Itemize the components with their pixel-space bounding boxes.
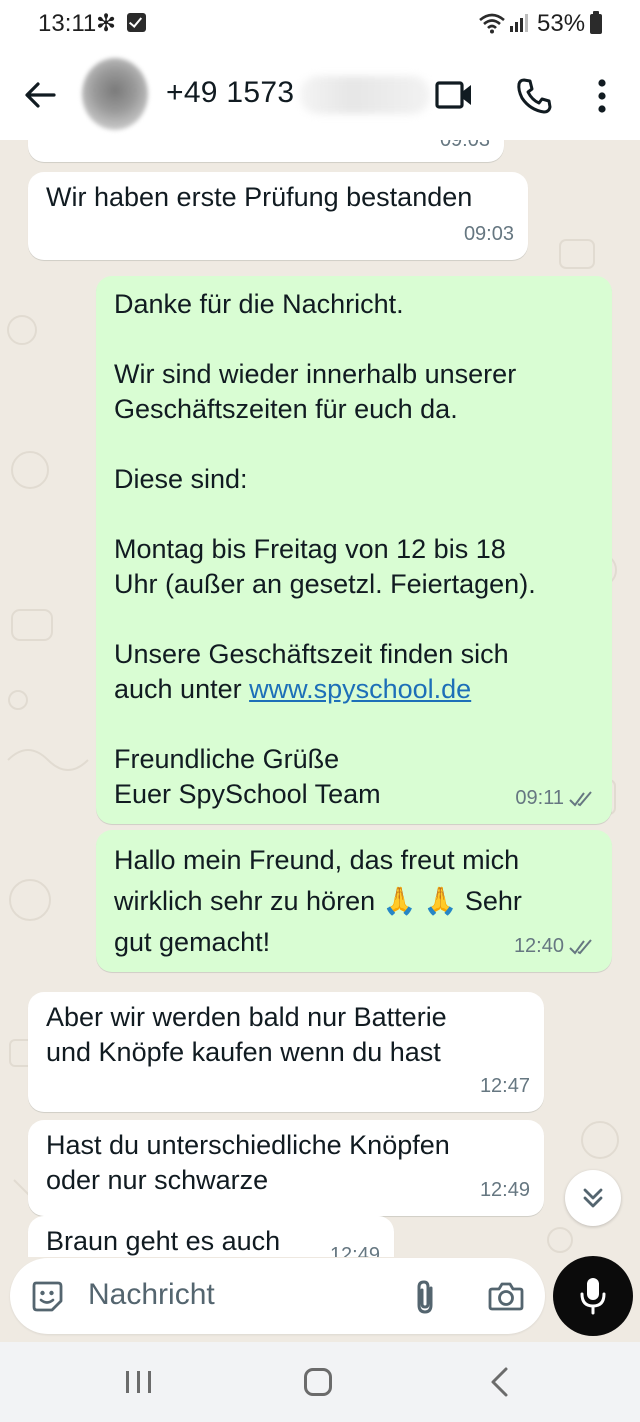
message-bubble-incoming[interactable]: Hast du unterschiedliche Knöpfen oder nu…: [28, 1120, 544, 1216]
message-time: 12:47: [479, 1075, 530, 1097]
signal-icon: [510, 14, 528, 32]
message-text: Braun geht es auch: [46, 1226, 281, 1256]
status-bar: 13:11 ✻ 53%: [0, 0, 640, 50]
emoji-icon[interactable]: [30, 1279, 64, 1313]
message-line: Hallo mein Freund, das freut mich: [114, 845, 520, 875]
chat-area[interactable]: 09:03 Wir haben erste Prüfung bestanden …: [0, 140, 640, 1257]
message-text-part: Freundliche Grüße Euer SpySchool Team: [114, 744, 381, 809]
message-bubble-incoming[interactable]: Wir haben erste Prüfung bestanden 09:03: [28, 172, 528, 260]
camera-icon[interactable]: [488, 1280, 524, 1312]
phone-icon[interactable]: [514, 76, 554, 116]
message-bubble-incoming[interactable]: Braun geht es auch 12:49: [28, 1216, 394, 1257]
mic-icon: [580, 1278, 606, 1315]
message-time: 09:11: [515, 787, 564, 809]
checkbox-notification-icon: [127, 13, 146, 32]
status-time: 13:11: [38, 10, 97, 37]
message-text: Aber wir werden bald nur Batterie und Kn…: [46, 1002, 447, 1067]
message-time: 09:03: [439, 140, 490, 151]
home-icon[interactable]: [304, 1368, 332, 1396]
nav-back-icon[interactable]: [488, 1366, 510, 1398]
contact-name[interactable]: +49 1573: [166, 76, 294, 110]
message-time: 12:49: [479, 1179, 530, 1201]
message-line: gut gemacht!: [114, 927, 271, 957]
double-check-icon: [569, 938, 592, 955]
message-bubble-incoming[interactable]: 09:03: [28, 140, 504, 162]
system-nav-bar: [0, 1342, 640, 1422]
message-composer: Nachricht: [10, 1258, 545, 1334]
double-check-icon: [569, 790, 592, 807]
message-text: Wir haben erste Prüfung bestanden: [46, 182, 473, 212]
message-time: 09:03: [463, 223, 514, 245]
chat-header: +49 1573: [0, 50, 640, 140]
settings-notification-icon: ✻: [96, 10, 117, 37]
message-bubble-incoming[interactable]: Aber wir werden bald nur Batterie und Kn…: [28, 992, 544, 1112]
redacted-number: [300, 76, 430, 114]
website-link[interactable]: www.spyschool.de: [249, 674, 471, 704]
message-line: wirklich sehr zu hören: [114, 886, 376, 916]
message-text-part: Danke für die Nachricht. Wir sind wieder…: [114, 289, 536, 704]
recent-apps-icon[interactable]: [123, 1370, 155, 1394]
back-arrow-icon[interactable]: [20, 75, 60, 115]
voice-record-button[interactable]: [553, 1256, 633, 1336]
battery-icon: [590, 11, 602, 34]
message-time: 12:49: [329, 1244, 380, 1257]
message-input[interactable]: Nachricht: [88, 1278, 215, 1312]
attach-icon[interactable]: [410, 1278, 440, 1316]
wifi-icon: [479, 13, 505, 34]
praying-hands-emoji: 🙏 🙏: [382, 886, 458, 916]
scroll-down-icon: [583, 1188, 603, 1208]
message-text: Hast du unterschiedliche Knöpfen oder nu…: [46, 1130, 450, 1195]
battery-percent: 53%: [537, 10, 586, 37]
message-bubble-outgoing[interactable]: Hallo mein Freund, das freut mich wirklic…: [96, 830, 612, 972]
more-vert-icon[interactable]: [588, 76, 616, 116]
scroll-down-button[interactable]: [565, 1170, 621, 1226]
message-text: Hallo mein Freund, das freut mich wirklic…: [114, 840, 522, 963]
message-time: 12:40: [513, 935, 564, 957]
video-call-icon[interactable]: [434, 78, 474, 112]
message-bubble-outgoing[interactable]: Danke für die Nachricht. Wir sind wieder…: [96, 276, 612, 824]
message-text: Danke für die Nachricht. Wir sind wieder…: [114, 287, 536, 812]
avatar[interactable]: [82, 58, 148, 130]
message-line: Sehr: [464, 886, 522, 916]
